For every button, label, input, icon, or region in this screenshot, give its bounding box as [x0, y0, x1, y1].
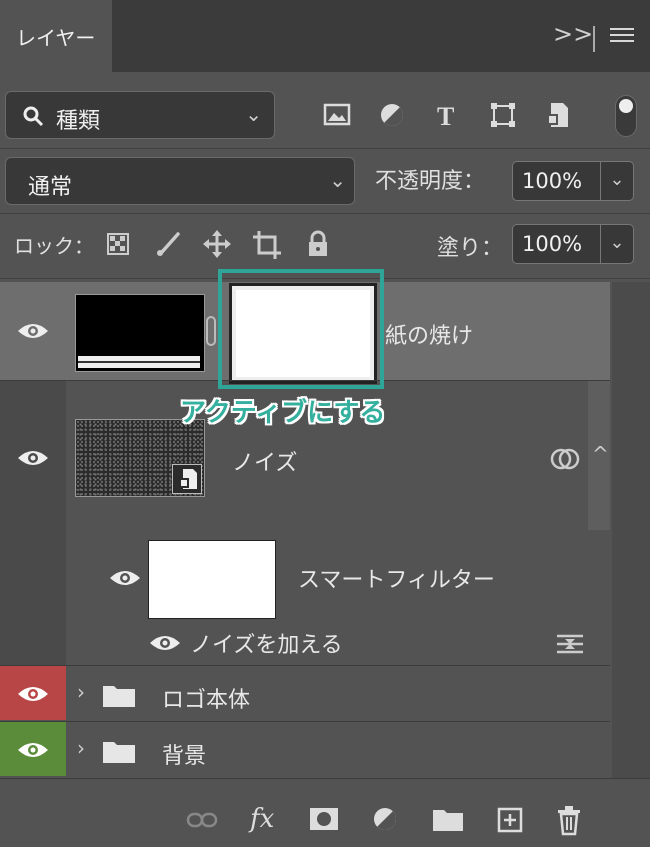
filter-options-icon[interactable]: [555, 630, 585, 658]
chevron-right-icon[interactable]: ›: [77, 680, 85, 704]
chevron-right-icon[interactable]: ›: [77, 736, 85, 760]
smart-object-filter-icon[interactable]: [543, 100, 573, 130]
chevron-down-icon[interactable]: ⌄: [600, 225, 633, 263]
opacity-field[interactable]: 100% ⌄: [512, 161, 634, 201]
kind-filter-dropdown[interactable]: 種類 ⌄: [5, 91, 275, 139]
blending-options-icon[interactable]: [549, 445, 581, 473]
chevron-down-icon[interactable]: ⌄: [600, 162, 633, 200]
opacity-value: 100%: [522, 169, 583, 193]
chevron-down-icon: ⌄: [245, 102, 262, 126]
fill-field[interactable]: 100% ⌄: [512, 224, 634, 264]
row-divider: [0, 721, 610, 722]
filter-name-add-noise[interactable]: ノイズを加える: [190, 627, 343, 659]
lock-artboard-icon[interactable]: [251, 229, 283, 261]
lock-transparent-pixels-icon[interactable]: [106, 232, 130, 256]
filter-toggle-switch[interactable]: [615, 95, 637, 137]
hamburger-menu-icon[interactable]: [610, 28, 634, 48]
fill-value: 100%: [522, 232, 583, 256]
image-filter-icon[interactable]: [322, 100, 352, 130]
add-mask-icon[interactable]: [308, 806, 340, 832]
chevron-down-icon: ⌄: [329, 168, 346, 192]
delete-layer-icon[interactable]: [556, 804, 582, 836]
smart-object-badge-icon: [179, 469, 197, 489]
layer-thumbnail-paper-burn: [75, 294, 205, 372]
tab-separator: [593, 26, 595, 52]
search-icon: [23, 106, 44, 127]
divider: [0, 148, 650, 149]
eye-icon[interactable]: [16, 447, 50, 469]
eye-icon[interactable]: [16, 683, 50, 705]
svg-text:T: T: [437, 102, 454, 130]
layer-name-paper-burn[interactable]: 紙の焼け: [385, 318, 473, 350]
group-name-background[interactable]: 背景: [162, 738, 206, 770]
type-filter-icon[interactable]: T: [433, 100, 463, 130]
new-group-icon[interactable]: [432, 806, 464, 832]
eye-icon[interactable]: [148, 632, 182, 654]
annotation-callout: アクティブにする: [180, 398, 386, 428]
double-chevron-right-icon[interactable]: >>: [553, 20, 593, 48]
blend-mode-label: 通常: [28, 175, 73, 200]
adjustment-filter-icon[interactable]: [377, 100, 407, 130]
lock-image-pixels-icon[interactable]: [154, 230, 182, 258]
folder-icon: [103, 742, 135, 763]
layer-name-noise[interactable]: ノイズ: [232, 445, 297, 477]
highlight-box: [218, 269, 384, 389]
lock-label: ロック：: [14, 234, 94, 258]
shape-filter-icon[interactable]: [488, 100, 518, 130]
kind-filter-label: 種類: [56, 109, 101, 134]
new-layer-icon[interactable]: [496, 806, 524, 834]
link-layers-icon[interactable]: [186, 810, 218, 830]
opacity-label: 不透明度：: [375, 169, 486, 194]
tab-layers-label: レイヤー: [16, 26, 96, 50]
tab-layers[interactable]: レイヤー: [0, 0, 112, 72]
lock-all-icon[interactable]: [306, 229, 330, 259]
eye-icon[interactable]: [108, 567, 142, 589]
lock-position-icon[interactable]: [202, 229, 232, 259]
smart-filter-label[interactable]: スマートフィルター: [298, 562, 495, 594]
fill-label: 塗り：: [437, 236, 504, 261]
scrollbar-track[interactable]: [612, 282, 650, 778]
fx-icon[interactable]: fx: [250, 804, 274, 834]
chevron-up-icon[interactable]: ^: [592, 442, 609, 466]
folder-icon: [103, 686, 135, 707]
row-divider: [0, 665, 610, 666]
eye-icon[interactable]: [16, 320, 50, 342]
link-icon[interactable]: [206, 316, 216, 346]
blend-mode-dropdown[interactable]: 通常 ⌄: [5, 157, 355, 205]
divider: [0, 213, 650, 214]
group-name-logo[interactable]: ロゴ本体: [162, 682, 250, 714]
new-adjustment-layer-icon[interactable]: [372, 806, 402, 836]
eye-icon[interactable]: [16, 739, 50, 761]
smart-filter-mask-thumbnail[interactable]: [148, 540, 276, 619]
